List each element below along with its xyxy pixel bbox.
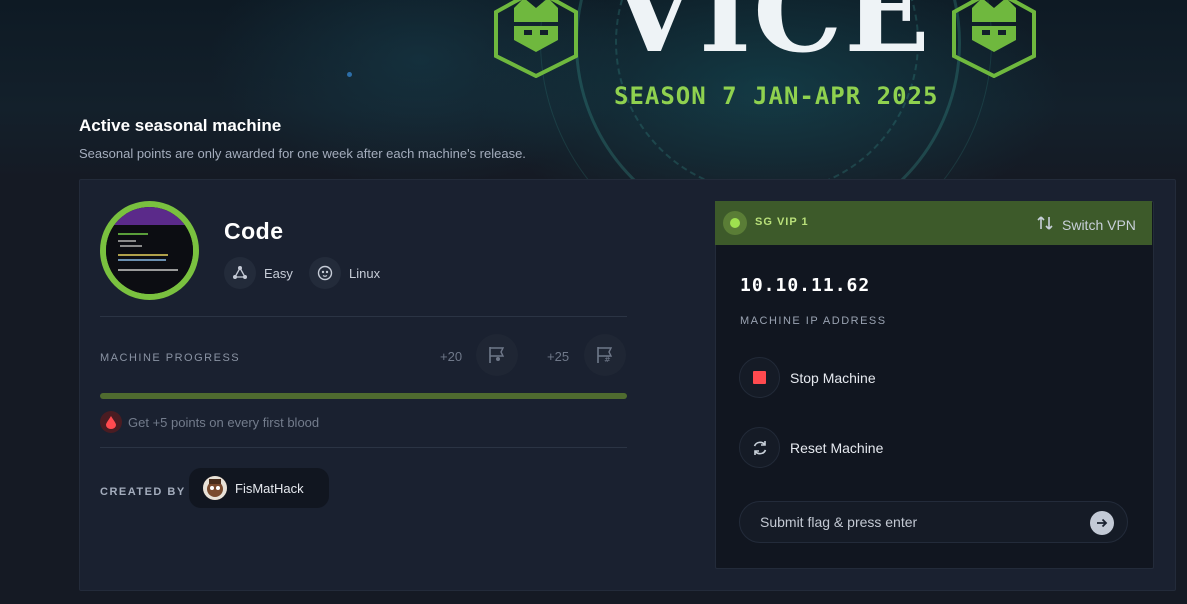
machine-avatar-image (106, 207, 193, 294)
season-title: VICE (610, 0, 932, 78)
difficulty-label: Easy (264, 265, 293, 281)
divider (100, 447, 627, 448)
stop-machine-label: Stop Machine (790, 369, 876, 386)
machine-progress-label: MACHINE PROGRESS (100, 352, 241, 364)
os-chip: Linux (309, 257, 380, 289)
stop-icon (739, 357, 780, 398)
user-points: +20 (440, 349, 463, 364)
submit-flag-button[interactable] (1090, 511, 1114, 535)
svg-text:#: # (604, 355, 611, 364)
stop-machine-button[interactable]: Stop Machine (739, 357, 876, 398)
reset-icon (739, 427, 780, 468)
reset-machine-label: Reset Machine (790, 439, 884, 456)
vpn-status-indicator (723, 211, 747, 235)
submit-flag-input[interactable] (739, 501, 1128, 543)
season-emblem-left-icon (494, 0, 578, 78)
section-subtitle: Seasonal points are only awarded for one… (79, 146, 526, 161)
blood-drop-icon (100, 411, 122, 433)
first-blood-note: Get +5 points on every first blood (100, 411, 319, 433)
difficulty-chip: Easy (224, 257, 293, 289)
first-blood-text: Get +5 points on every first blood (128, 414, 320, 430)
creator-chip[interactable]: FisMatHack (189, 468, 329, 508)
root-flag-icon[interactable]: # (584, 334, 626, 376)
switch-vpn-label: Switch VPN (1062, 216, 1136, 233)
machine-name: Code (224, 218, 284, 244)
divider (100, 316, 627, 317)
arrow-right-icon (1097, 518, 1108, 528)
season-emblem-right-icon (952, 0, 1036, 78)
machine-ip[interactable]: 10.10.11.62 (740, 275, 870, 296)
section-title: Active seasonal machine (79, 116, 282, 135)
machine-progress-bar (100, 393, 627, 399)
reset-machine-button[interactable]: Reset Machine (739, 427, 883, 468)
os-label: Linux (349, 265, 381, 281)
machine-avatar[interactable] (100, 201, 199, 300)
root-points: +25 (547, 349, 570, 364)
vpn-server-name: SG VIP 1 (755, 216, 809, 228)
machine-ip-label: MACHINE IP ADDRESS (740, 315, 887, 327)
creator-avatar (203, 476, 227, 500)
user-flag-icon[interactable] (476, 334, 518, 376)
switch-vpn-button[interactable]: Switch VPN (1036, 214, 1136, 235)
created-by-label: CREATED BY (100, 486, 186, 498)
linux-penguin-icon (309, 257, 341, 289)
difficulty-icon (224, 257, 256, 289)
swap-arrows-icon (1036, 214, 1054, 235)
season-dates: SEASON 7 JAN-APR 2025 (614, 82, 939, 110)
creator-name: FisMatHack (235, 480, 304, 496)
